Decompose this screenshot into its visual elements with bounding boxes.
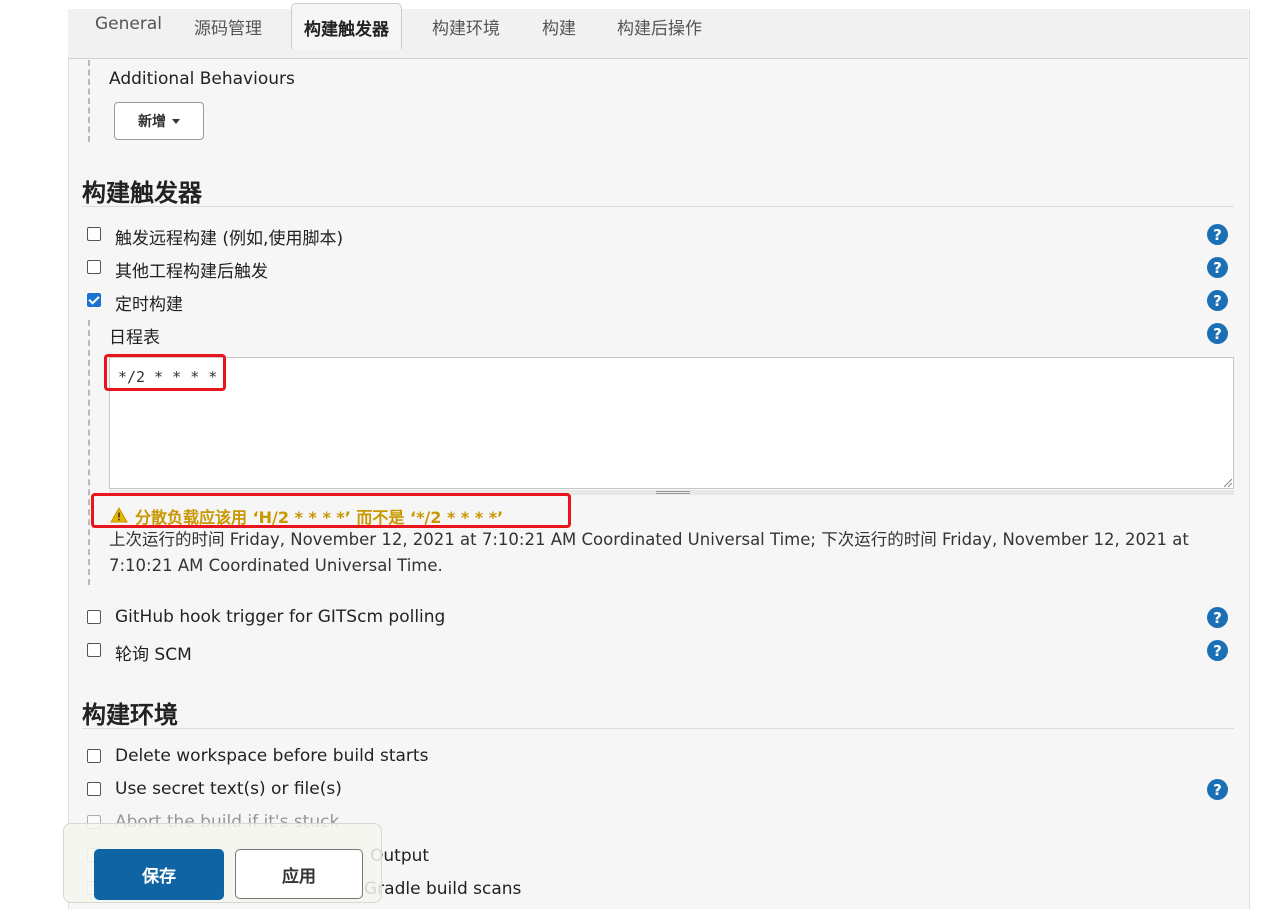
help-icon[interactable]: ? <box>1207 640 1228 661</box>
chevron-down-icon <box>172 118 180 124</box>
checkbox-label-secret-text: Use secret text(s) or file(s) <box>115 779 342 799</box>
help-icon[interactable]: ? <box>1207 779 1228 800</box>
checkbox-label-gradle-scans: Gradle build scans <box>364 879 522 899</box>
tab-build-environment[interactable]: 构建环境 <box>432 14 500 39</box>
tab-post-build-actions[interactable]: 构建后操作 <box>617 14 702 39</box>
save-button[interactable]: 保存 <box>94 849 224 900</box>
checkbox-label-remote-trigger: 触发远程构建 (例如,使用脚本) <box>115 229 344 249</box>
resize-handle-icon[interactable] <box>656 491 690 494</box>
checkbox-label-build-periodically: 定时构建 <box>115 295 183 315</box>
tab-build[interactable]: 构建 <box>542 14 576 39</box>
nested-section-border <box>88 320 90 585</box>
help-icon[interactable]: ? <box>1207 323 1228 344</box>
checkbox-label-github-hook: GitHub hook trigger for GITScm polling <box>115 607 446 627</box>
schedule-textarea[interactable]: */2 * * * * <box>109 357 1234 489</box>
help-icon[interactable]: ? <box>1207 257 1228 278</box>
help-icon[interactable]: ? <box>1207 224 1228 245</box>
highlight-box-warning <box>91 493 571 528</box>
section-divider <box>82 728 1234 729</box>
checkbox-poll-scm[interactable] <box>87 643 101 657</box>
checkbox-label-delete-workspace: Delete workspace before build starts <box>115 746 429 766</box>
resize-grip-icon[interactable] <box>1222 477 1232 487</box>
help-icon[interactable]: ? <box>1207 290 1228 311</box>
additional-behaviours-label: Additional Behaviours <box>109 69 295 89</box>
checkbox-label-build-after-other: 其他工程构建后触发 <box>115 262 268 282</box>
section-title-build-triggers: 构建触发器 <box>82 179 202 207</box>
add-button-label: 新增 <box>138 114 166 130</box>
checkbox-github-hook[interactable] <box>87 610 101 624</box>
checkbox-label-poll-scm: 轮询 SCM <box>115 645 192 665</box>
help-icon[interactable]: ? <box>1207 607 1228 628</box>
checkbox-delete-workspace[interactable] <box>87 749 101 763</box>
tab-source-management[interactable]: 源码管理 <box>194 14 262 39</box>
add-behaviour-button[interactable]: 新增 <box>114 102 204 140</box>
tab-build-triggers[interactable]: 构建触发器 <box>291 3 402 49</box>
section-divider <box>82 206 1234 207</box>
top-strip <box>0 0 1265 9</box>
section-title-build-environment: 构建环境 <box>82 701 178 729</box>
nested-section-border <box>88 60 90 142</box>
schedule-label: 日程表 <box>109 328 160 348</box>
highlight-box-schedule <box>104 354 226 391</box>
checkbox-secret-text[interactable] <box>87 782 101 796</box>
schedule-run-info: 上次运行的时间 Friday, November 12, 2021 at 7:1… <box>109 530 1189 575</box>
checkbox-build-periodically[interactable] <box>87 293 101 307</box>
apply-button[interactable]: 应用 <box>235 849 363 899</box>
checkbox-remote-trigger[interactable] <box>87 227 101 241</box>
tab-general[interactable]: General <box>95 14 162 34</box>
checkbox-build-after-other[interactable] <box>87 260 101 274</box>
